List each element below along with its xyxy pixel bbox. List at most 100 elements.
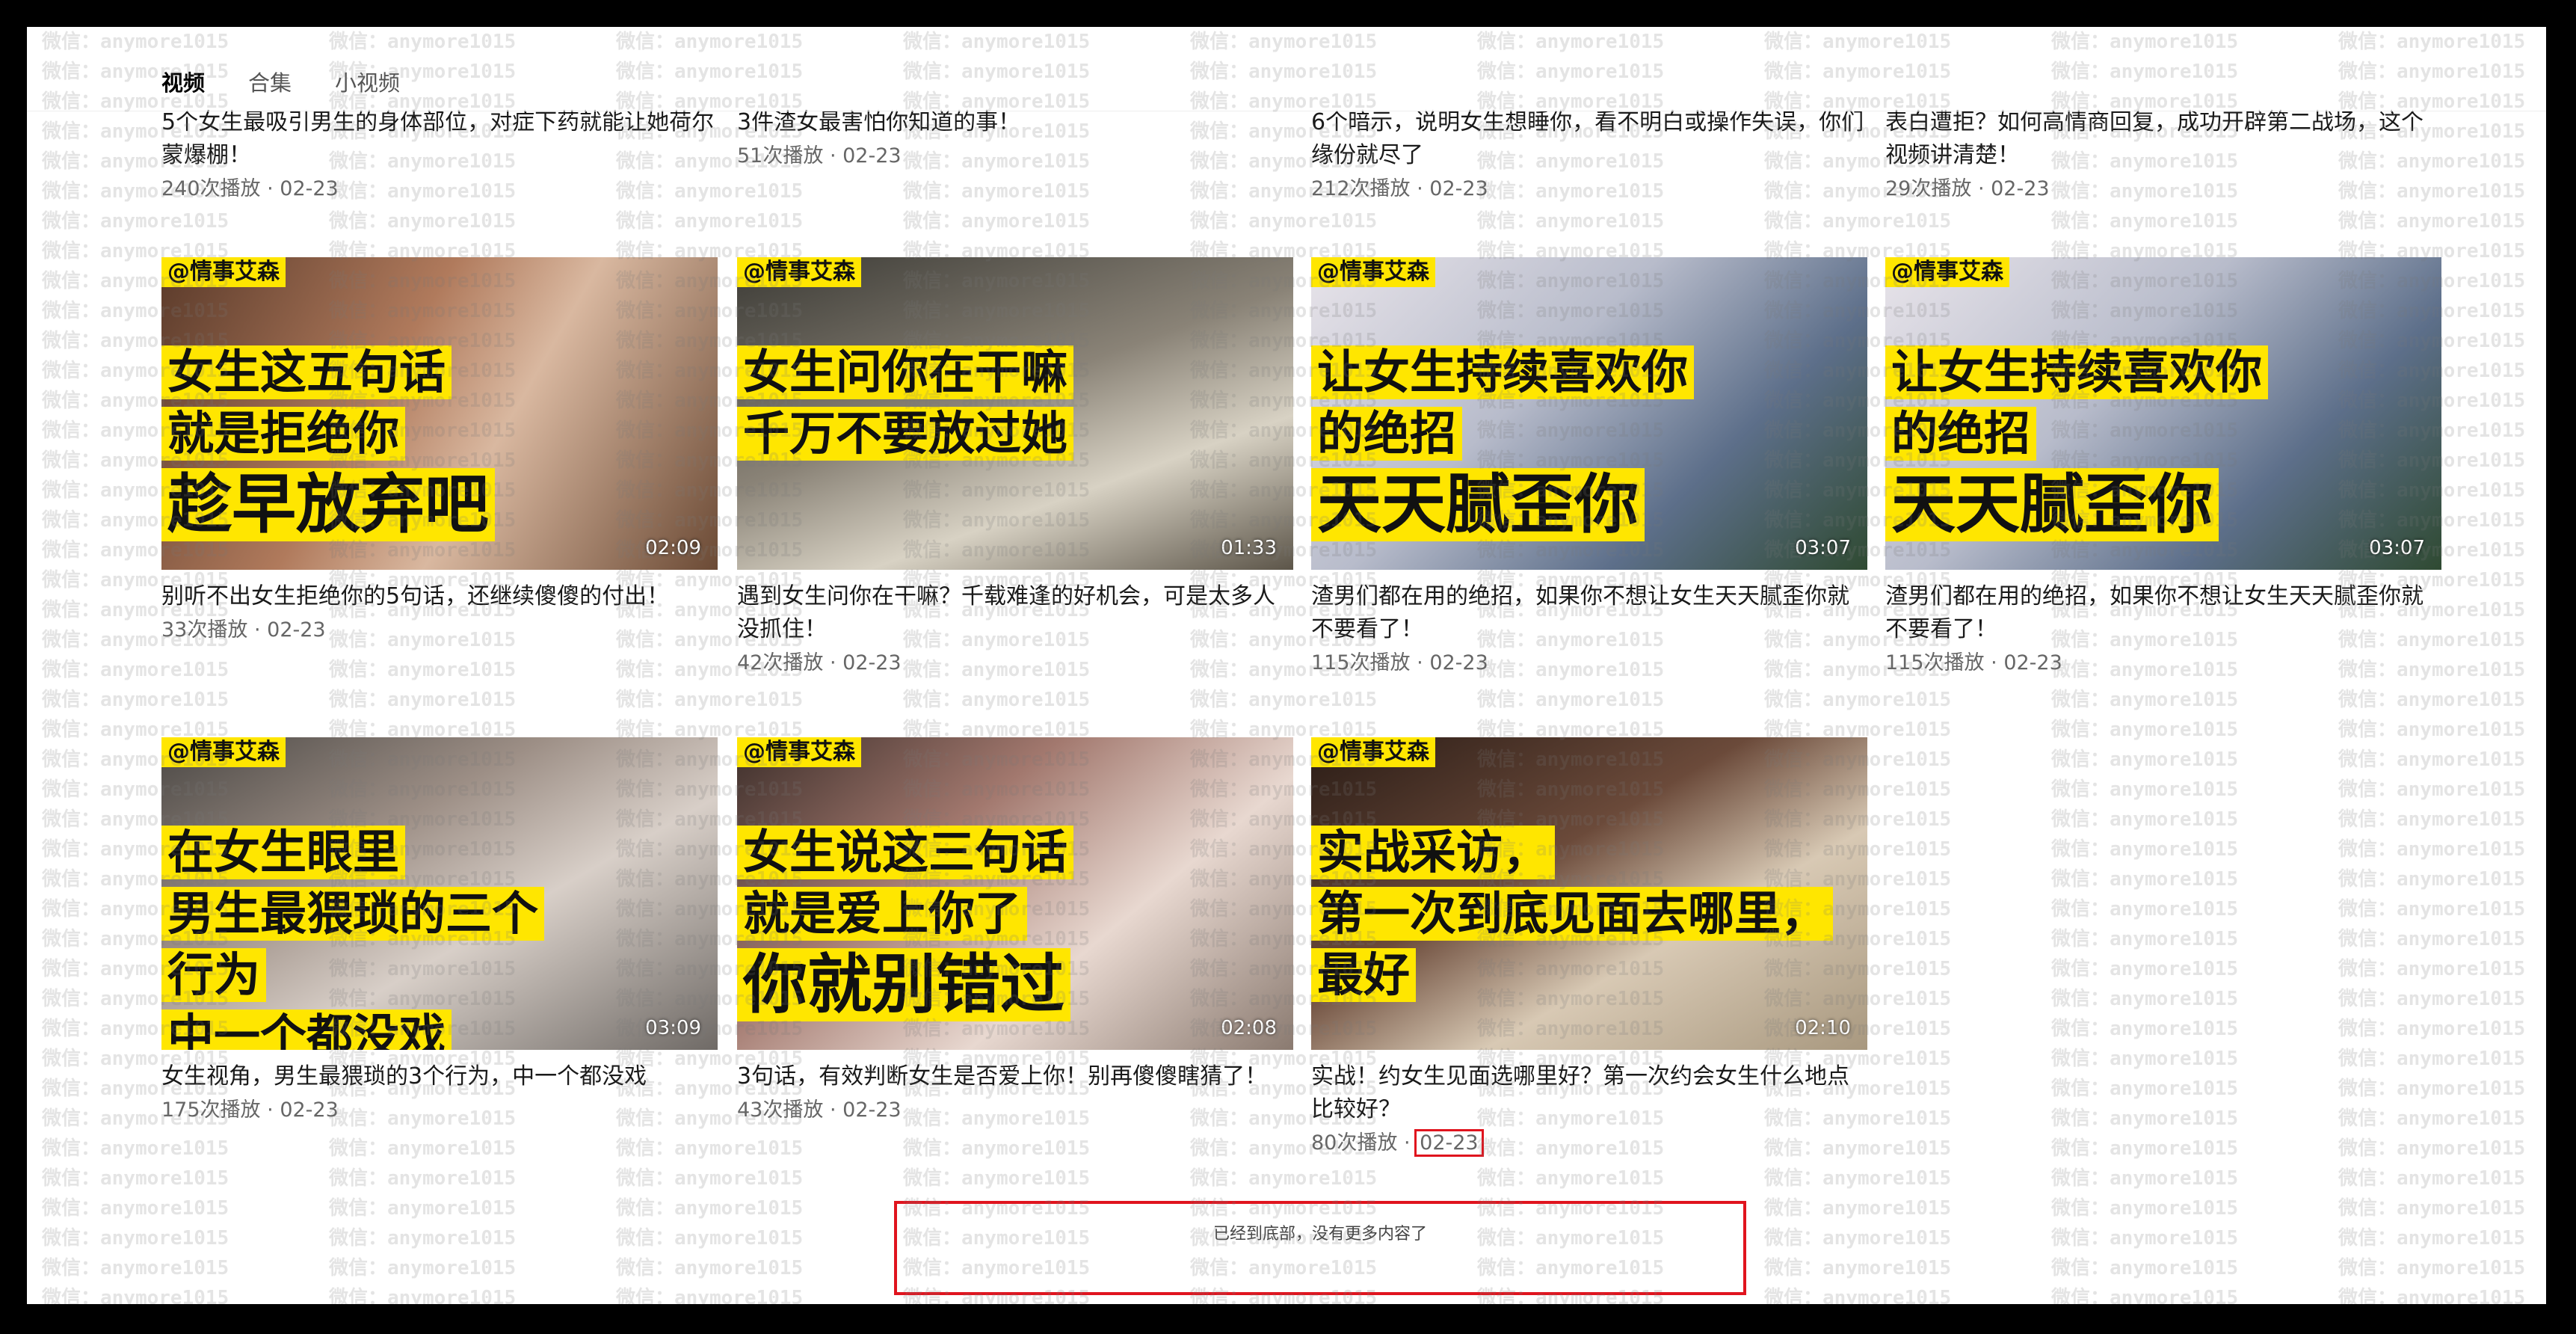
thumbnail-caption: 就是拒绝你 [161, 407, 406, 461]
watermark-text: 微信：anymore1015 [616, 1287, 804, 1304]
thumbnail-captions: 实战采访， 第一次到底见面去哪里， 最好 [1311, 826, 1834, 1002]
watermark-text: 微信：anymore1015 [903, 180, 1091, 203]
list-item[interactable]: 6个暗示，说明女生想睡你，看不明白或操作失误，你们缘份就尽了 212次播放 · … [1311, 106, 1867, 205]
watermark-text: 微信：anymore1015 [2338, 958, 2526, 980]
thumbnail-caption: 男生最猥琐的三个 [161, 887, 545, 941]
watermark-text: 微信：anymore1015 [616, 210, 804, 233]
video-title[interactable]: 实战！约女生见面选哪里好？第一次约会女生什么地点比较好？ [1311, 1060, 1867, 1126]
video-title[interactable]: 渣男们都在用的绝招，如果你不想让女生天天腻歪你就不要看了！ [1885, 580, 2441, 646]
watermark-text: 微信：anymore1015 [329, 659, 517, 681]
video-card[interactable]: @情事艾森 让女生持续喜欢你 的绝招 天天腻歪你 03:07 渣男们都在用的绝招，如… [1885, 257, 2441, 679]
upload-date: 02-23 [842, 651, 902, 674]
tab-collections[interactable]: 合集 [248, 66, 292, 97]
video-meta: 43次播放 · 02-23 [737, 1095, 1293, 1126]
video-thumbnail[interactable]: @情事艾森 在女生眼里 男生最猥琐的三个 行为 中一个都没戏 03:09 [161, 737, 718, 1050]
video-title[interactable]: 渣男们都在用的绝招，如果你不想让女生天天腻歪你就不要看了！ [1311, 580, 1867, 646]
list-item[interactable]: 3件渣女最害怕你知道的事！ 51次播放 · 02-23 [737, 106, 1293, 172]
thumbnail-caption-large: 天天腻歪你 [1311, 468, 1645, 541]
watermark-text: 微信：anymore1015 [42, 1287, 229, 1304]
end-of-list-notice: 已经到底部，没有更多内容了 [894, 1201, 1746, 1295]
video-title[interactable]: 遇到女生问你在干嘛？千载难逢的好机会，可是太多人没抓住！ [737, 580, 1293, 646]
thumbnail-caption: 中一个都没戏 [161, 1009, 452, 1050]
thumbnail-captions: 女生这五句话 就是拒绝你 趁早放弃吧 [161, 345, 495, 541]
watermark-text: 微信：anymore1015 [329, 689, 517, 711]
watermark-text: 微信：anymore1015 [2051, 958, 2239, 980]
watermark-text: 微信：anymore1015 [1764, 689, 1952, 711]
watermark-text: 微信：anymore1015 [616, 689, 804, 711]
watermark-text: 微信：anymore1015 [42, 1257, 229, 1279]
watermark-text: 微信：anymore1015 [2051, 988, 2239, 1010]
channel-badge: @情事艾森 [161, 737, 286, 767]
video-card[interactable]: @情事艾森 在女生眼里 男生最猥琐的三个 行为 中一个都没戏 03:09 女生视角，男… [161, 737, 718, 1126]
watermark-text: 微信：anymore1015 [42, 1137, 229, 1160]
tab-short-videos[interactable]: 小视频 [335, 66, 400, 97]
video-title[interactable]: 6个暗示，说明女生想睡你，看不明白或操作失误，你们缘份就尽了 [1311, 106, 1867, 172]
watermark-text: 微信：anymore1015 [2051, 898, 2239, 920]
play-count: 43次播放 [737, 1098, 824, 1122]
video-thumbnail[interactable]: @情事艾森 让女生持续喜欢你 的绝招 天天腻歪你 03:07 [1885, 257, 2441, 570]
video-card[interactable]: @情事艾森 女生这五句话 就是拒绝你 趁早放弃吧 02:09 别听不出女生拒绝你的5… [161, 257, 718, 646]
video-title[interactable]: 5个女生最吸引男生的身体部位，对症下药就能让她荷尔蒙爆棚！ [161, 106, 718, 172]
video-thumbnail[interactable]: @情事艾森 女生问你在干嘛 千万不要放过她 01:33 [737, 257, 1293, 570]
watermark-text: 微信：anymore1015 [2338, 808, 2526, 831]
thumbnail-captions: 让女生持续喜欢你 的绝招 天天腻歪你 [1885, 345, 2269, 541]
video-title[interactable]: 女生视角，男生最猥琐的3个行为，中一个都没戏 [161, 1060, 718, 1093]
video-meta: 42次播放 · 02-23 [737, 648, 1293, 679]
video-thumbnail[interactable]: @情事艾森 让女生持续喜欢你 的绝招 天天腻歪你 03:07 [1311, 257, 1867, 570]
thumbnail-captions: 让女生持续喜欢你 的绝招 天天腻歪你 [1311, 345, 1695, 541]
end-message: 已经到底部，没有更多内容了 [1212, 1225, 1427, 1244]
thumbnail-caption: 就是爱上你了 [737, 887, 1028, 941]
video-duration: 03:07 [1795, 537, 1851, 559]
watermark-text: 微信：anymore1015 [1764, 1257, 1952, 1279]
tab-videos[interactable]: 视频 [161, 66, 205, 97]
video-title[interactable]: 3句话，有效判断女生是否爱上你！别再傻傻瞎猜了！ [737, 1060, 1293, 1093]
thumbnail-caption: 女生这五句话 [161, 345, 452, 399]
channel-badge: @情事艾森 [1885, 257, 2009, 287]
watermark-text: 微信：anymore1015 [2338, 1197, 2526, 1220]
watermark-text: 微信：anymore1015 [1477, 210, 1665, 233]
watermark-text: 微信：anymore1015 [42, 1197, 229, 1220]
watermark-text: 微信：anymore1015 [616, 61, 804, 83]
play-count: 42次播放 [737, 651, 824, 674]
watermark-text: 微信：anymore1015 [903, 1167, 1091, 1190]
watermark-text: 微信：anymore1015 [2338, 838, 2526, 861]
play-count: 175次播放 [161, 1098, 261, 1122]
watermark-text: 微信：anymore1015 [903, 61, 1091, 83]
thumbnail-caption: 行为 [161, 948, 267, 1002]
video-thumbnail[interactable]: @情事艾森 实战采访， 第一次到底见面去哪里， 最好 02:10 [1311, 737, 1867, 1050]
meta-separator: · [1417, 651, 1423, 674]
watermark-text: 微信：anymore1015 [2338, 719, 2526, 741]
play-count: 115次播放 [1885, 651, 1985, 674]
watermark-text: 微信：anymore1015 [616, 1197, 804, 1220]
meta-separator: · [1403, 1131, 1411, 1155]
list-item[interactable]: 表白遭拒？如何高情商回复，成功开辟第二战场，这个视频讲清楚！ 29次播放 · 0… [1885, 106, 2441, 205]
video-card[interactable]: @情事艾森 实战采访， 第一次到底见面去哪里， 最好 02:10 实战！约女生见面选… [1311, 737, 1867, 1159]
watermark-text: 微信：anymore1015 [42, 31, 229, 53]
watermark-text: 微信：anymore1015 [42, 1167, 229, 1190]
thumbnail-caption: 让女生持续喜欢你 [1885, 345, 2269, 399]
meta-separator: · [829, 651, 836, 674]
watermark-text: 微信：anymore1015 [2051, 210, 2239, 233]
watermark-text: 微信：anymore1015 [2338, 1048, 2526, 1070]
video-card[interactable]: @情事艾森 让女生持续喜欢你 的绝招 天天腻歪你 03:07 渣男们都在用的绝招，如… [1311, 257, 1867, 679]
video-thumbnail[interactable]: @情事艾森 女生说这三句话 就是爱上你了 你就别错过 02:08 [737, 737, 1293, 1050]
upload-date: 02-23 [1429, 651, 1488, 674]
video-title[interactable]: 表白遭拒？如何高情商回复，成功开辟第二战场，这个视频讲清楚！ [1885, 106, 2441, 172]
video-meta: 29次播放 · 02-23 [1885, 177, 2050, 200]
video-title[interactable]: 别听不出女生拒绝你的5句话，还继续傻傻的付出！ [161, 580, 718, 613]
thumbnail-caption: 女生说这三句话 [737, 826, 1074, 879]
video-list-window: 微信：anymore1015 微信：anymore1015 微信：anymore10… [27, 27, 2546, 1304]
watermark-text: 微信：anymore1015 [2338, 868, 2526, 891]
watermark-text: 微信：anymore1015 [329, 1257, 517, 1279]
thumbnail-caption: 第一次到底见面去哪里， [1311, 887, 1834, 941]
list-item[interactable]: 5个女生最吸引男生的身体部位，对症下药就能让她荷尔蒙爆棚！ 240次播放 · 0… [161, 106, 718, 205]
watermark-text: 微信：anymore1015 [2338, 778, 2526, 801]
video-duration: 02:10 [1795, 1017, 1851, 1039]
upload-date: 02-23 [267, 618, 326, 642]
video-thumbnail[interactable]: @情事艾森 女生这五句话 就是拒绝你 趁早放弃吧 02:09 [161, 257, 718, 570]
video-card[interactable]: @情事艾森 女生说这三句话 就是爱上你了 你就别错过 02:08 3句话，有效判断女… [737, 737, 1293, 1126]
video-duration: 02:08 [1221, 1017, 1277, 1039]
watermark-text: 微信：anymore1015 [2338, 1078, 2526, 1100]
watermark-text: 微信：anymore1015 [2051, 1197, 2239, 1220]
video-card[interactable]: @情事艾森 女生问你在干嘛 千万不要放过她 01:33 遇到女生问你在干嘛？千载难… [737, 257, 1293, 679]
